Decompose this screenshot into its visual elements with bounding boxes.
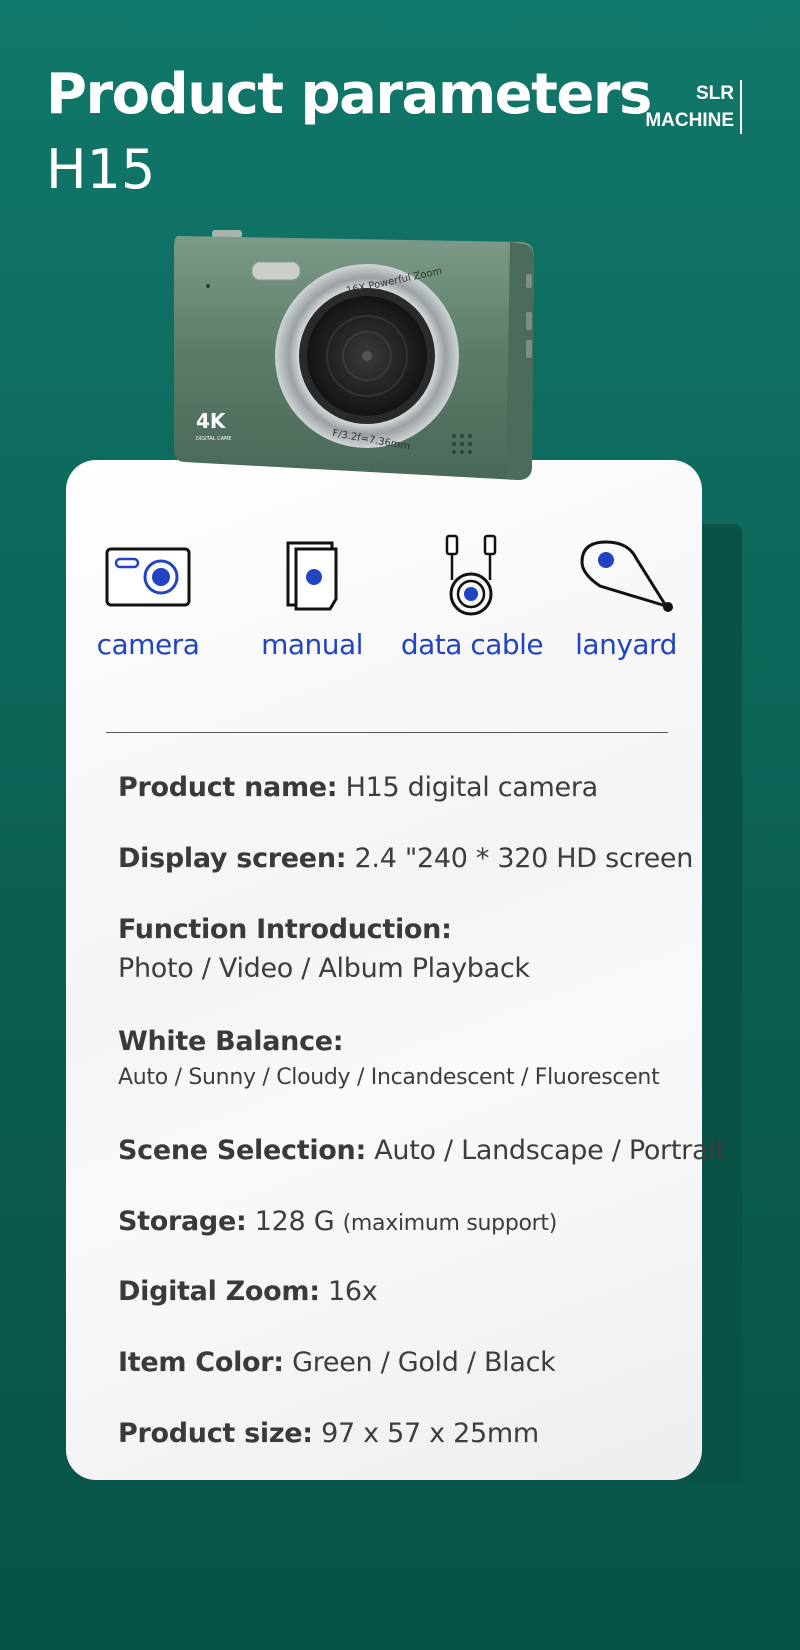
spec-scene-selection: Scene Selection: Auto / Landscape / Port… xyxy=(118,1135,726,1166)
page-title: Product parameters xyxy=(46,62,652,127)
spec-value: 128 G xyxy=(254,1206,335,1237)
badge-4k: 4K xyxy=(196,409,227,433)
spec-value: Auto / Sunny / Cloudy / Incandescent / F… xyxy=(118,1065,660,1090)
lanyard-icon xyxy=(580,540,673,612)
spec-value: 2.4 "240 * 320 HD screen xyxy=(354,843,694,874)
badge-line-1: SLR xyxy=(645,80,742,107)
spec-value: Photo / Video / Album Playback xyxy=(118,953,530,984)
spec-value: 97 x 57 x 25mm xyxy=(321,1418,539,1449)
camera-product-image: 16X Powerful Zoom F/3.2f=7.36mm 4K DIGIT… xyxy=(174,230,534,480)
manual-icon xyxy=(286,541,338,611)
slr-badge: SLR MACHINE xyxy=(645,80,742,134)
data-cable-icon xyxy=(445,534,497,616)
spec-key: Product name: xyxy=(118,772,338,803)
spec-key: Storage: xyxy=(118,1206,247,1237)
accessory-lanyard: lanyard xyxy=(546,530,706,661)
spec-key: Display screen: xyxy=(118,843,347,874)
camera-icon xyxy=(105,547,191,607)
model-name: H15 xyxy=(46,138,156,201)
spec-value: Auto / Landscape / Portrait xyxy=(374,1135,726,1166)
spec-item-color: Item Color: Green / Gold / Black xyxy=(118,1347,556,1378)
spec-function-intro: Function Introduction: Photo / Video / A… xyxy=(118,914,530,984)
accessory-label: data cable xyxy=(400,628,544,661)
spec-key: Function Introduction: xyxy=(118,914,452,945)
spec-note: (maximum support) xyxy=(342,1211,558,1236)
accessory-camera: camera xyxy=(68,530,228,661)
spec-key: Digital Zoom: xyxy=(118,1276,320,1307)
spec-product-size: Product size: 97 x 57 x 25mm xyxy=(118,1418,539,1449)
accessory-label: lanyard xyxy=(575,628,677,661)
badge-line-2: MACHINE xyxy=(645,107,742,134)
spec-key: Item Color: xyxy=(118,1347,284,1378)
spec-key: Scene Selection: xyxy=(118,1135,366,1166)
spec-value: Green / Gold / Black xyxy=(292,1347,556,1378)
accessories-row: camera manual data cable lanyard xyxy=(66,530,702,670)
spec-white-balance: White Balance: Auto / Sunny / Cloudy / I… xyxy=(118,1026,660,1090)
spec-display-screen: Display screen: 2.4 "240 * 320 HD screen xyxy=(118,843,693,874)
spec-value: 16x xyxy=(328,1276,378,1307)
spec-storage: Storage: 128 G (maximum support) xyxy=(118,1206,557,1237)
spec-product-name: Product name: H15 digital camera xyxy=(118,772,598,803)
spec-key: White Balance: xyxy=(118,1026,344,1057)
spec-key: Product size: xyxy=(118,1418,313,1449)
divider xyxy=(106,732,668,733)
accessory-data-cable: data cable xyxy=(392,530,552,661)
accessory-manual: manual xyxy=(232,530,392,661)
spec-value: H15 digital camera xyxy=(345,772,599,803)
accessory-label: camera xyxy=(96,628,200,661)
badge-4k-sub: DIGITAL CAME xyxy=(196,436,232,442)
accessory-label: manual xyxy=(261,628,363,661)
spec-digital-zoom: Digital Zoom: 16x xyxy=(118,1276,378,1307)
